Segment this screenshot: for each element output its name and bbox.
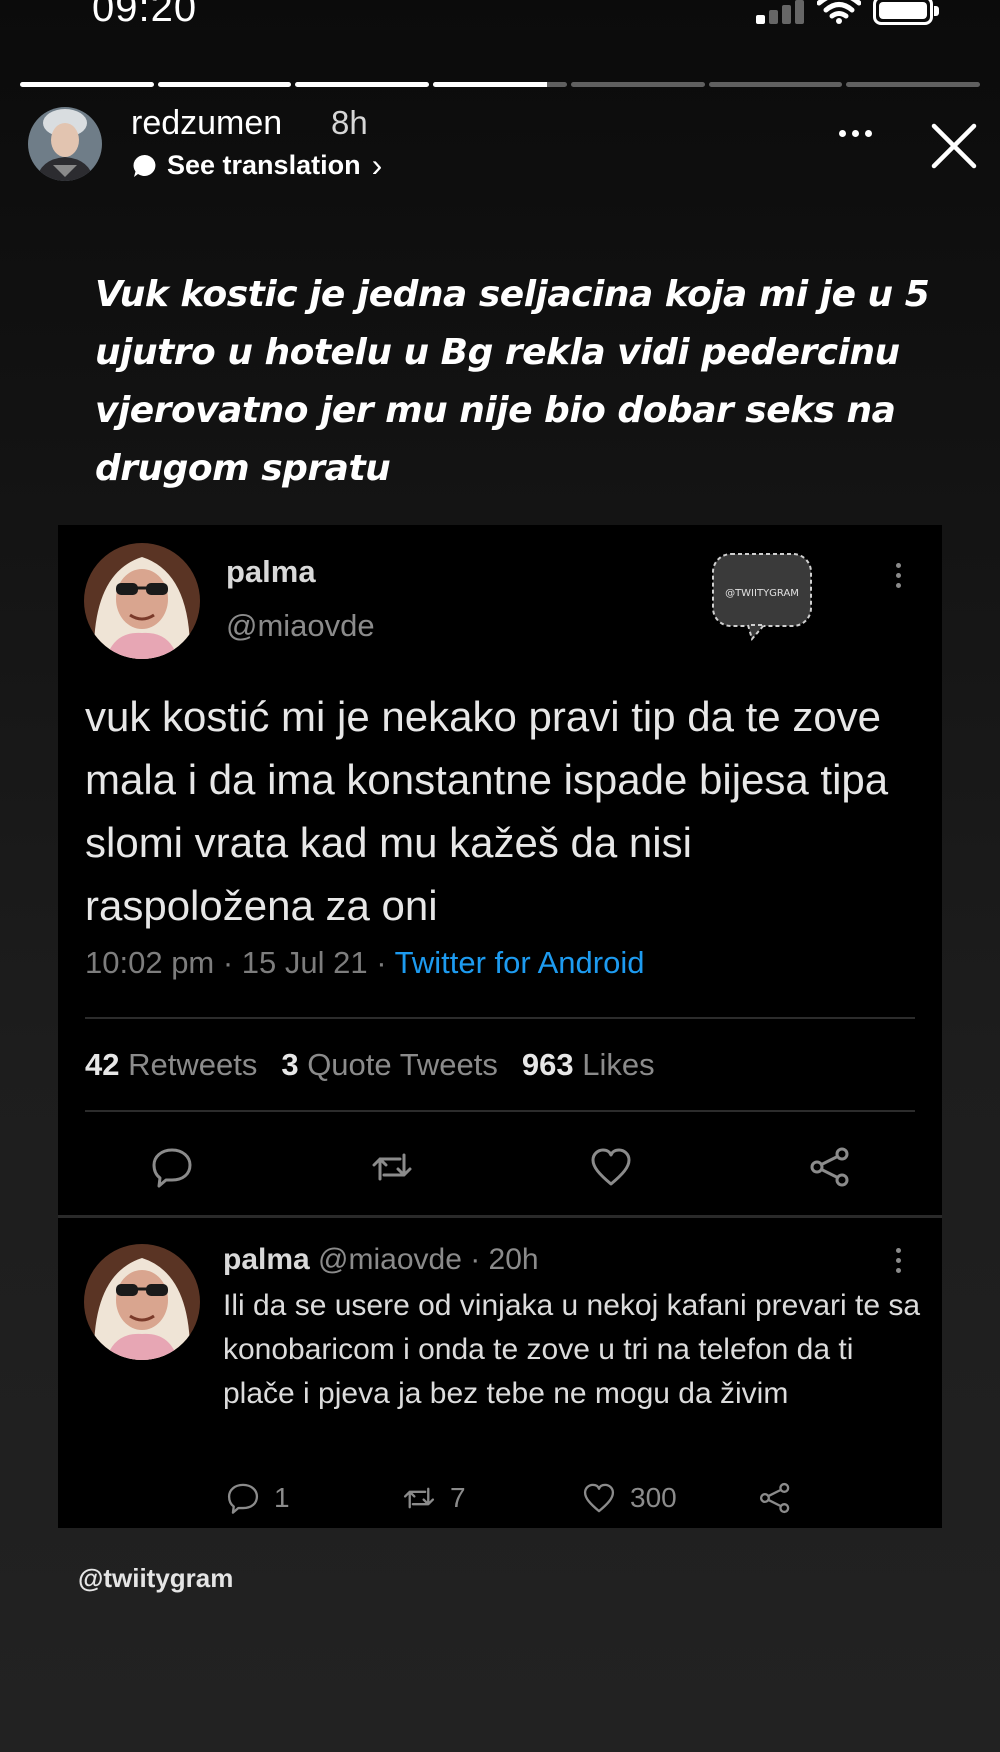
tweet-text: vuk kostić mi je nekako pravi tip da te …	[85, 693, 889, 929]
reply-author-name[interactable]: palma	[223, 1243, 310, 1276]
story-progress-segment	[20, 82, 154, 87]
quote-tweets-count[interactable]: 3	[281, 1047, 298, 1082]
reply-header: palma @miaovde · 20h	[223, 1243, 539, 1277]
reply-handle-time[interactable]: @miaovde · 20h	[310, 1243, 539, 1276]
reply-icon[interactable]	[150, 1145, 194, 1189]
tweet-more-icon[interactable]	[896, 563, 901, 588]
reply-share-button[interactable]	[758, 1480, 792, 1516]
see-translation-button[interactable]: See translation ›	[132, 147, 382, 184]
reply-retweet-button[interactable]: 7	[402, 1480, 466, 1516]
tweet-meta: 10:02 pm · 15 Jul 21 · Twitter for Andro…	[85, 945, 644, 981]
likes-label[interactable]: Likes	[574, 1047, 654, 1082]
retweets-count[interactable]: 42	[85, 1047, 119, 1082]
story-progress-segment	[708, 82, 843, 87]
like-icon	[583, 1483, 615, 1513]
mention-sticker[interactable]: @twiitygram	[78, 1563, 233, 1594]
like-icon[interactable]	[589, 1145, 633, 1189]
reply-text: Ili da se usere od vinjaka u nekoj kafan…	[223, 1289, 921, 1410]
reply-more-icon[interactable]	[896, 1248, 901, 1273]
signal-icon	[756, 0, 804, 24]
more-options-icon[interactable]	[839, 130, 872, 137]
battery-icon	[873, 0, 939, 25]
tweet-card: palma @miaovde @TWIITYGRAM vuk kostić mi…	[58, 525, 942, 1215]
retweets-label[interactable]: Retweets	[119, 1047, 257, 1082]
story-username[interactable]: redzumen	[131, 104, 282, 143]
wifi-icon	[817, 0, 861, 24]
story-progress-segment	[433, 82, 567, 87]
reply-tweet-card: palma @miaovde · 20h Ili da se usere od …	[58, 1218, 942, 1528]
speech-bubble-icon	[133, 154, 156, 177]
reply-reply-button[interactable]: 1	[226, 1480, 290, 1516]
story-caption: Vuk kostic je jedna seljacina koja mi je…	[95, 274, 930, 489]
story-progress-segment	[295, 82, 430, 87]
reply-reply-count: 1	[274, 1482, 290, 1513]
status-time: 09:20	[92, 0, 198, 30]
battery-level-fill	[879, 2, 927, 19]
reply-avatar[interactable]	[84, 1244, 200, 1360]
reply-like-button[interactable]: 300	[582, 1480, 677, 1516]
quote-tweets-label[interactable]: Quote Tweets	[299, 1047, 498, 1082]
watermark-text: @TWIITYGRAM	[725, 588, 799, 599]
tweet-source-link[interactable]: Twitter for Android	[395, 945, 645, 980]
likes-count[interactable]: 963	[522, 1047, 574, 1082]
share-icon[interactable]	[808, 1145, 852, 1189]
story-progress-segment	[570, 82, 705, 87]
tweet-stats: 42 Retweets 3 Quote Tweets 963 Likes	[85, 1047, 655, 1083]
divider	[85, 1110, 915, 1112]
retweet-icon[interactable]	[370, 1145, 414, 1189]
chevron-right-icon: ›	[371, 147, 383, 183]
tweet-author-name[interactable]: palma	[226, 554, 316, 590]
user-avatar[interactable]	[28, 107, 102, 181]
story-progress-segment	[157, 82, 292, 87]
close-icon[interactable]	[930, 122, 978, 170]
reply-like-count: 300	[630, 1482, 677, 1513]
twiitygram-watermark-icon: @TWIITYGRAM	[712, 553, 812, 642]
reply-retweet-count: 7	[450, 1482, 466, 1513]
share-icon	[759, 1482, 790, 1514]
story-progress-segment	[846, 82, 981, 87]
reply-icon	[227, 1483, 259, 1514]
tweet-avatar[interactable]	[84, 543, 200, 659]
tweet-datetime: 10:02 pm · 15 Jul 21 ·	[85, 945, 395, 980]
retweet-icon	[403, 1487, 435, 1509]
see-translation-label: See translation	[167, 150, 361, 180]
story-progress-bar	[20, 82, 981, 87]
story-time-ago: 8h	[331, 104, 368, 141]
divider	[85, 1017, 915, 1019]
tweet-author-handle[interactable]: @miaovde	[226, 608, 375, 644]
